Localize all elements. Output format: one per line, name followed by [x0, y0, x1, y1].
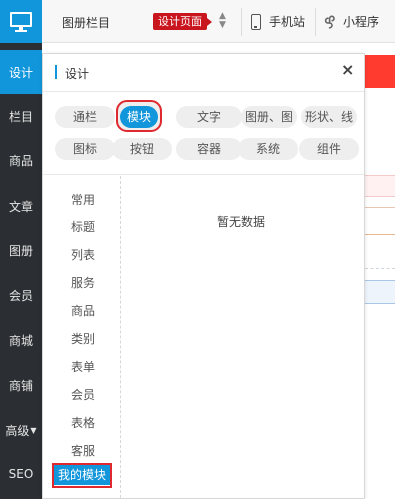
category-chip-icon[interactable]: 图标: [55, 138, 115, 160]
panel-header: 设计 ×: [43, 54, 364, 92]
category-chip-system[interactable]: 系统: [238, 138, 298, 160]
category-chip-banner[interactable]: 通栏: [55, 106, 115, 128]
sidebar-item-label: 商品: [8, 153, 33, 168]
page-content-strip: [365, 175, 395, 197]
sidebar-item-label: 文章: [8, 199, 33, 214]
category-chip-button[interactable]: 按钮: [112, 138, 172, 160]
subnav-column: [43, 176, 121, 498]
category-chip-component[interactable]: 组件: [299, 138, 359, 160]
sidebar-item-label: 商铺: [8, 378, 33, 393]
design-panel: 设计 × 通栏 模块 文字 图册、图 形状、线 图标 按钮 容器 系统 组件 常…: [42, 53, 365, 499]
category-chip-shapes[interactable]: 形状、线: [301, 106, 357, 128]
panel-divider: [43, 174, 364, 175]
category-chip-text[interactable]: 文字: [176, 106, 242, 128]
sidebar-item-label: 会员: [8, 288, 33, 303]
sidebar-item-members[interactable]: 会员: [0, 273, 42, 317]
sidebar-item-seo[interactable]: SEO: [0, 452, 42, 496]
title-accent-bar: [55, 65, 57, 79]
sidebar-item-design[interactable]: 设计: [0, 50, 42, 94]
toolbar-divider: [315, 8, 316, 36]
sidebar-item-label: 图册: [8, 243, 33, 258]
current-section-title: 图册栏目: [62, 16, 111, 30]
sidebar-item-label: 高级: [5, 423, 30, 438]
panel-title: 设计: [65, 67, 90, 81]
home-logo-button[interactable]: [0, 0, 42, 43]
sidebar-item-label: 设计: [8, 65, 33, 80]
top-toolbar: 图册栏目 设计页面 ▲ ▼ 手机站 小程序: [42, 0, 395, 43]
category-chip-module[interactable]: 模块: [120, 106, 158, 128]
toolbar-divider: [241, 8, 242, 36]
sidebar-item-label: SEO: [8, 467, 34, 481]
sidebar-item-label: 商城: [8, 333, 33, 348]
empty-state-text: 暂无数据: [217, 215, 266, 229]
page-content-strip: [365, 280, 395, 304]
sidebar-item-albums[interactable]: 图册: [0, 228, 42, 272]
mobile-site-label: 手机站: [269, 15, 306, 29]
sidebar-item-columns[interactable]: 栏目: [0, 94, 42, 138]
category-chip-container[interactable]: 容器: [176, 138, 242, 160]
sidebar-item-mall[interactable]: 商城: [0, 318, 42, 362]
page-content-strip: [365, 207, 395, 235]
mini-program-button[interactable]: 小程序: [323, 13, 379, 30]
mini-program-label: 小程序: [343, 15, 380, 29]
sidebar-item-shops[interactable]: 商铺: [0, 363, 42, 407]
mini-program-icon: [324, 15, 335, 29]
sidebar-item-advanced[interactable]: 高级 ▼: [0, 408, 42, 452]
sort-arrows-icon[interactable]: ▲ ▼: [219, 12, 226, 30]
page-banner-strip: [365, 55, 395, 88]
main-sidebar: 设计 栏目 商品 文章 图册 会员 商城 商铺 高级 ▼ SEO: [0, 0, 42, 499]
sidebar-item-articles[interactable]: 文章: [0, 184, 42, 228]
monitor-icon: [10, 11, 32, 32]
phone-icon: [251, 13, 261, 30]
category-chip-gallery[interactable]: 图册、图: [241, 106, 297, 128]
mobile-site-button[interactable]: 手机站: [251, 13, 305, 30]
caret-down-icon: ▼: [30, 425, 37, 435]
page-selector-badge[interactable]: 设计页面: [153, 13, 212, 30]
close-icon[interactable]: ×: [341, 60, 354, 79]
sidebar-item-label: 栏目: [8, 109, 33, 124]
sidebar-item-products[interactable]: 商品: [0, 138, 42, 182]
page-divider: [365, 268, 395, 269]
